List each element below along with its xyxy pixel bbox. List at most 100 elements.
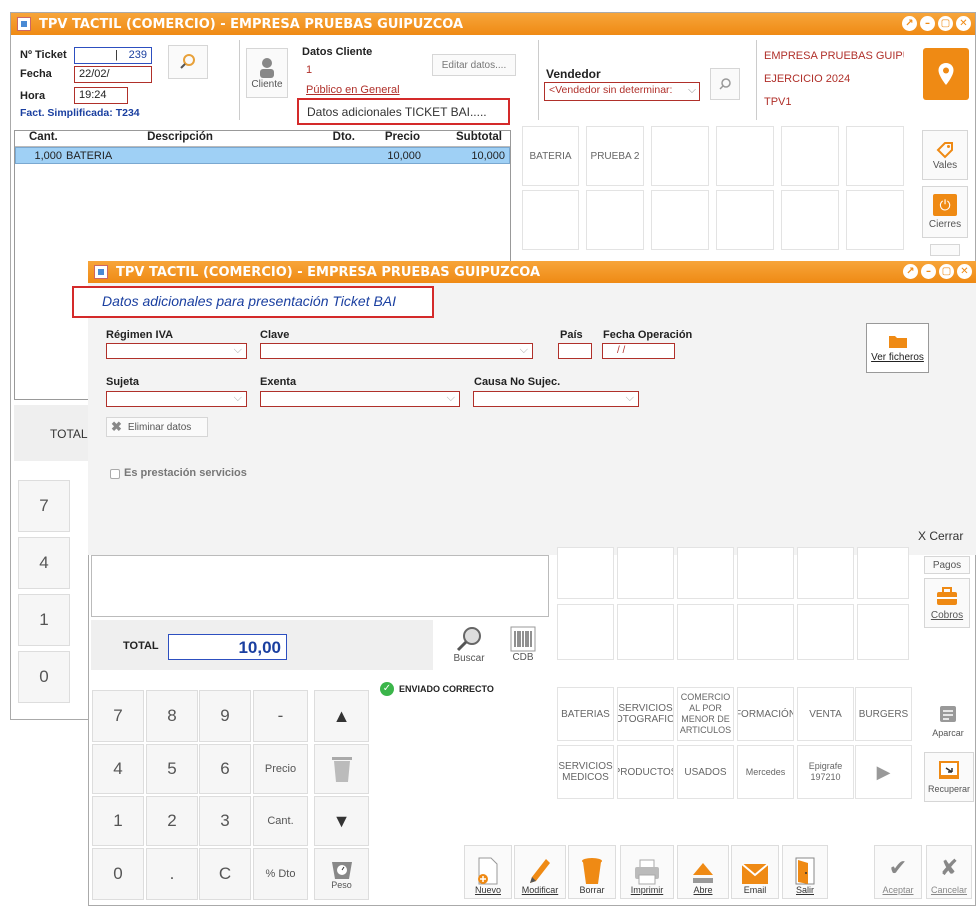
exenta-select[interactable]: ⌵ xyxy=(260,391,460,407)
product-tile[interactable] xyxy=(781,190,839,250)
key-8[interactable]: 8 xyxy=(146,690,198,742)
product-tile[interactable] xyxy=(617,547,674,599)
close-icon[interactable]: ✕ xyxy=(957,264,972,279)
product-tile[interactable] xyxy=(677,604,734,660)
recuperar-button[interactable]: Recuperar xyxy=(924,752,974,802)
key-c[interactable]: C xyxy=(199,848,251,900)
hora-field[interactable]: 19:24 xyxy=(74,87,128,104)
cliente-button[interactable]: Cliente xyxy=(246,48,288,98)
category-servicios-medicos[interactable]: SERVICIOS MEDICOS xyxy=(557,745,614,799)
category-servicios-fotograficos[interactable]: SERVICIOS FOTOGRAFICO xyxy=(617,687,674,741)
ticket-field[interactable]: | 239 xyxy=(74,47,152,64)
key-6[interactable]: 6 xyxy=(199,744,251,794)
product-tile[interactable] xyxy=(557,604,614,660)
product-tile[interactable] xyxy=(586,190,644,250)
cierres-button[interactable]: ⏻ Cierres xyxy=(922,186,968,238)
category-burgers[interactable]: BURGERS xyxy=(855,687,912,741)
product-tile[interactable] xyxy=(797,547,854,599)
datos-ticketbai-button[interactable]: Datos adicionales TICKET BAI..... xyxy=(297,98,510,125)
key-7[interactable]: 7 xyxy=(92,690,144,742)
key-dto[interactable]: % Dto xyxy=(253,848,308,900)
imprimir-button[interactable]: Imprimir xyxy=(620,845,674,899)
editar-datos-button[interactable]: Editar datos.... xyxy=(432,54,516,76)
product-tile[interactable] xyxy=(617,604,674,660)
abre-button[interactable]: Abre xyxy=(677,845,729,899)
vendedor-select[interactable]: <Vendedor sin determinar: ⌵ xyxy=(544,82,700,101)
modificar-button[interactable]: Modificar xyxy=(514,845,566,899)
cdb-button[interactable]: CDB xyxy=(502,618,544,670)
peso-button[interactable]: Peso xyxy=(314,848,369,900)
back-key-0[interactable]: 0 xyxy=(18,651,70,703)
category-productos[interactable]: PRODUCTOS xyxy=(617,745,674,799)
cliente-nombre[interactable]: Público en General xyxy=(306,84,400,96)
sujeta-select[interactable]: ⌵ xyxy=(106,391,247,407)
ver-ficheros-button[interactable]: Ver ficheros xyxy=(866,323,929,373)
product-tile[interactable] xyxy=(737,604,794,660)
product-tile[interactable] xyxy=(781,126,839,186)
vales-button[interactable]: Vales xyxy=(922,130,968,180)
category-epigrafe[interactable]: Epigrafe 197210 xyxy=(797,745,854,799)
minimize-icon[interactable]: – xyxy=(921,264,936,279)
aceptar-button[interactable]: ✔ Aceptar xyxy=(874,845,922,899)
product-tile[interactable] xyxy=(857,547,909,599)
fecha-operacion-input[interactable]: / / xyxy=(602,343,675,359)
key-minus[interactable]: - xyxy=(253,690,308,742)
product-tile[interactable] xyxy=(557,547,614,599)
cerrar-button[interactable]: X Cerrar xyxy=(918,529,963,543)
key-5[interactable]: 5 xyxy=(146,744,198,794)
product-tile[interactable] xyxy=(716,126,774,186)
eliminar-datos-button[interactable]: ✖ Eliminar datos xyxy=(106,417,208,437)
next-page-button[interactable]: ▶ xyxy=(855,745,912,799)
pagos-button[interactable]: Pagos xyxy=(924,556,970,574)
fecha-field[interactable]: 22/02/ xyxy=(74,66,152,83)
back-key-1[interactable]: 1 xyxy=(18,594,70,646)
product-tile-prueba2[interactable]: PRUEBA 2 xyxy=(586,126,644,186)
causa-no-sujec-select[interactable]: ⌵ xyxy=(473,391,639,407)
borrar-button[interactable]: Borrar xyxy=(568,845,616,899)
ticket-search-button[interactable] xyxy=(168,45,208,79)
category-baterias[interactable]: BATERIAS xyxy=(557,687,614,741)
aparcar-button[interactable]: Aparcar xyxy=(924,696,972,746)
es-prestacion-checkbox[interactable] xyxy=(110,469,120,479)
arrow-down-button[interactable]: ▼ xyxy=(314,796,369,846)
back-key-4[interactable]: 4 xyxy=(18,537,70,589)
product-tile[interactable] xyxy=(846,126,904,186)
key-3[interactable]: 3 xyxy=(199,796,251,846)
restore-icon[interactable]: ↗ xyxy=(903,264,918,279)
maximize-icon[interactable]: ▢ xyxy=(938,16,953,31)
trash-button[interactable] xyxy=(314,744,369,794)
regimen-iva-select[interactable]: ⌵ xyxy=(106,343,247,359)
product-tile-bateria[interactable]: BATERIA xyxy=(522,126,579,186)
product-tile[interactable] xyxy=(651,190,709,250)
nuevo-button[interactable]: Nuevo xyxy=(464,845,512,899)
key-0[interactable]: 0 xyxy=(92,848,144,900)
key-precio[interactable]: Precio xyxy=(253,744,308,794)
back-key-7[interactable]: 7 xyxy=(18,480,70,532)
key-dot[interactable]: . xyxy=(146,848,198,900)
product-tile[interactable] xyxy=(857,604,909,660)
cancelar-button[interactable]: ✘ Cancelar xyxy=(926,845,972,899)
arrow-up-button[interactable]: ▲ xyxy=(314,690,369,742)
salir-button[interactable]: Salir xyxy=(782,845,828,899)
key-9[interactable]: 9 xyxy=(199,690,251,742)
product-tile[interactable] xyxy=(846,190,904,250)
product-tile[interactable] xyxy=(651,126,709,186)
key-4[interactable]: 4 xyxy=(92,744,144,794)
category-comercio[interactable]: COMERCIO AL POR MENOR DE ARTICULOS xyxy=(677,687,734,741)
maximize-icon[interactable]: ▢ xyxy=(939,264,954,279)
product-tile[interactable] xyxy=(797,604,854,660)
product-tile[interactable] xyxy=(522,190,579,250)
cobros-button[interactable]: Cobros xyxy=(924,578,970,628)
email-button[interactable]: Email xyxy=(731,845,779,899)
location-button[interactable] xyxy=(923,48,969,100)
category-usados[interactable]: USADOS xyxy=(677,745,734,799)
category-venta[interactable]: VENTA xyxy=(797,687,854,741)
pais-input[interactable] xyxy=(558,343,592,359)
key-1[interactable]: 1 xyxy=(92,796,144,846)
back-more-button[interactable] xyxy=(930,244,960,256)
category-mercedes[interactable]: Mercedes xyxy=(737,745,794,799)
restore-icon[interactable]: ↗ xyxy=(902,16,917,31)
minimize-icon[interactable]: – xyxy=(920,16,935,31)
category-formacion[interactable]: FORMACIÓN xyxy=(737,687,794,741)
product-tile[interactable] xyxy=(677,547,734,599)
